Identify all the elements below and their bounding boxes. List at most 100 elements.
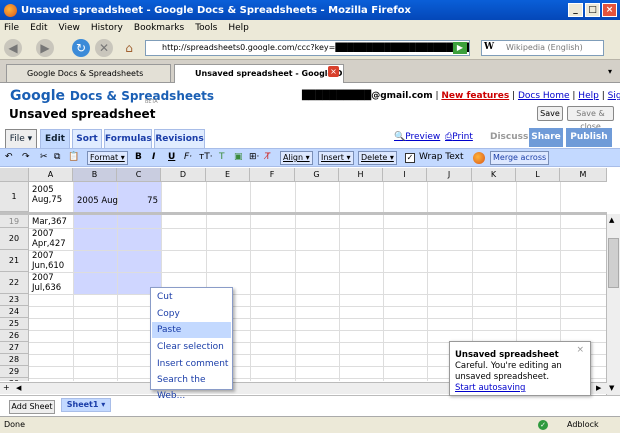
copy-icon[interactable]: ⧉ [54, 151, 60, 165]
column-header[interactable]: B [73, 168, 117, 182]
merge-across-button[interactable]: Merge across [490, 151, 550, 165]
scroll-left-icon[interactable]: ◀ [16, 384, 21, 392]
wikipedia-icon[interactable]: W [484, 42, 494, 52]
browser-tab-docs[interactable]: Google Docs & Spreadsheets [6, 64, 171, 82]
row-header[interactable]: 24 [0, 306, 29, 318]
italic-button[interactable]: I [152, 151, 155, 165]
menu-item-paste[interactable]: Paste [152, 322, 231, 338]
url-field[interactable]: http://spreadsheets0.google.com/ccc?key=… [145, 40, 470, 56]
new-features-link[interactable]: New features [441, 91, 509, 101]
clear-format-icon[interactable]: T̸ [265, 151, 271, 165]
fill-color-icon[interactable]: ▣ [234, 151, 243, 165]
cut-icon[interactable]: ✂ [40, 151, 48, 165]
browser-tab-spreadsheet[interactable]: Unsaved spreadsheet - Google D... [174, 64, 344, 83]
adblock-button[interactable]: Adblock [567, 417, 599, 432]
stop-icon[interactable]: ✕ [95, 39, 113, 57]
sign-out-link[interactable]: Sign Out [608, 91, 620, 101]
frozen-divider[interactable] [0, 212, 607, 215]
underline-button[interactable]: U [168, 151, 175, 165]
column-header[interactable]: G [295, 168, 339, 182]
forward-icon[interactable]: ▶ [36, 39, 54, 57]
cell-b1[interactable]: 2005 Aug [75, 196, 118, 206]
delete-dropdown[interactable]: Delete ▾ [358, 151, 397, 165]
row-header[interactable]: 20 [0, 228, 29, 250]
docs-home-link[interactable]: Docs Home [518, 91, 570, 101]
share-button[interactable]: Share [529, 128, 563, 147]
row-header[interactable]: 28 [0, 354, 29, 366]
document-title[interactable]: Unsaved spreadsheet [9, 107, 155, 121]
bold-button[interactable]: B [135, 151, 142, 165]
format-dropdown[interactable]: Format ▾ [87, 151, 128, 165]
tab-formulas[interactable]: Formulas [104, 129, 152, 148]
column-header[interactable]: F [250, 168, 295, 182]
reload-icon[interactable]: ↻ [72, 39, 90, 57]
tab-list-icon[interactable]: ▾ [608, 67, 612, 76]
close-icon[interactable]: × [576, 345, 584, 356]
cell-a21[interactable]: 2007 Jun,610 [30, 251, 64, 271]
menu-bookmarks[interactable]: Bookmarks [134, 23, 184, 33]
column-header[interactable]: H [339, 168, 383, 182]
minimize-button[interactable]: _ [568, 3, 583, 17]
save-close-button[interactable]: Save & close [567, 106, 614, 131]
menu-tools[interactable]: Tools [195, 23, 217, 33]
insert-dropdown[interactable]: Insert ▾ [318, 151, 354, 165]
menu-item-cut[interactable]: Cut [152, 289, 231, 305]
menu-view[interactable]: View [59, 23, 80, 33]
close-button[interactable]: × [602, 3, 617, 17]
home-icon[interactable]: ⌂ [120, 39, 138, 57]
paste-icon[interactable]: 📋 [68, 151, 79, 165]
add-sheet-button[interactable]: Add Sheet [9, 400, 55, 414]
menu-file[interactable]: File [4, 23, 19, 33]
discuss-button[interactable]: Discuss [490, 132, 528, 142]
search-field[interactable]: Wikipedia (English) [481, 40, 604, 56]
preview-link[interactable]: 🔍Preview [394, 132, 440, 142]
row-header[interactable]: 25 [0, 318, 29, 330]
row-header[interactable]: 19 [0, 215, 29, 228]
column-header[interactable]: K [472, 168, 516, 182]
tab-sort[interactable]: Sort [72, 129, 102, 148]
redo-icon[interactable]: ↷ [22, 151, 30, 165]
save-button[interactable]: Save [537, 106, 563, 121]
column-header[interactable]: L [516, 168, 560, 182]
row-header[interactable]: 23 [0, 294, 29, 306]
row-header[interactable]: 26 [0, 330, 29, 342]
column-header[interactable]: C [117, 168, 161, 182]
text-color-icon[interactable]: T [219, 151, 225, 165]
scroll-up-icon[interactable]: ▲ [609, 216, 614, 224]
row-header[interactable]: 21 [0, 250, 29, 272]
print-link[interactable]: ⎙Print [445, 132, 473, 142]
menu-edit[interactable]: Edit [30, 23, 47, 33]
file-menu-button[interactable]: File ▾ [5, 129, 37, 148]
wrap-text-checkbox[interactable]: ✓ [405, 153, 415, 163]
column-header[interactable]: A [29, 168, 73, 182]
corner-header[interactable] [0, 168, 29, 182]
menu-item-insert-comment[interactable]: Insert comment [152, 356, 231, 372]
cell-a19[interactable]: Mar,367 [30, 217, 67, 227]
font-size-icon[interactable]: тT· [199, 151, 213, 165]
column-header[interactable]: M [560, 168, 607, 182]
menu-history[interactable]: History [91, 23, 123, 33]
vertical-scrollbar[interactable]: ▲ ▼ [606, 214, 620, 397]
menu-help[interactable]: Help [228, 23, 249, 33]
cell-c1[interactable]: 75 [117, 196, 160, 206]
cell-a20[interactable]: 2007 Apr,427 [30, 229, 66, 249]
column-header[interactable]: I [383, 168, 427, 182]
menu-item-clear-selection[interactable]: Clear selection [152, 339, 231, 355]
start-autosaving-link[interactable]: Start autosaving [455, 383, 585, 394]
cell-a1[interactable]: 2005 Aug,75 [30, 185, 62, 205]
back-icon[interactable]: ◀ [4, 39, 22, 57]
font-icon[interactable]: F· [184, 151, 192, 165]
tab-revisions[interactable]: Revisions [154, 129, 205, 148]
menu-item-search-web[interactable]: Search the Web... [152, 372, 231, 401]
menu-item-copy[interactable]: Copy [152, 306, 231, 322]
cell-a22[interactable]: 2007 Jul,636 [30, 273, 61, 293]
row-header[interactable]: 29 [0, 366, 29, 378]
help-link[interactable]: Help [578, 91, 599, 101]
go-icon[interactable]: ▶ [453, 42, 467, 54]
column-header[interactable]: D [161, 168, 206, 182]
maximize-button[interactable]: □ [585, 3, 600, 17]
row-header[interactable]: 22 [0, 272, 29, 294]
publish-button[interactable]: Publish [566, 128, 612, 147]
borders-icon[interactable]: ⊞· [249, 151, 259, 165]
tab-edit[interactable]: Edit [40, 129, 70, 148]
